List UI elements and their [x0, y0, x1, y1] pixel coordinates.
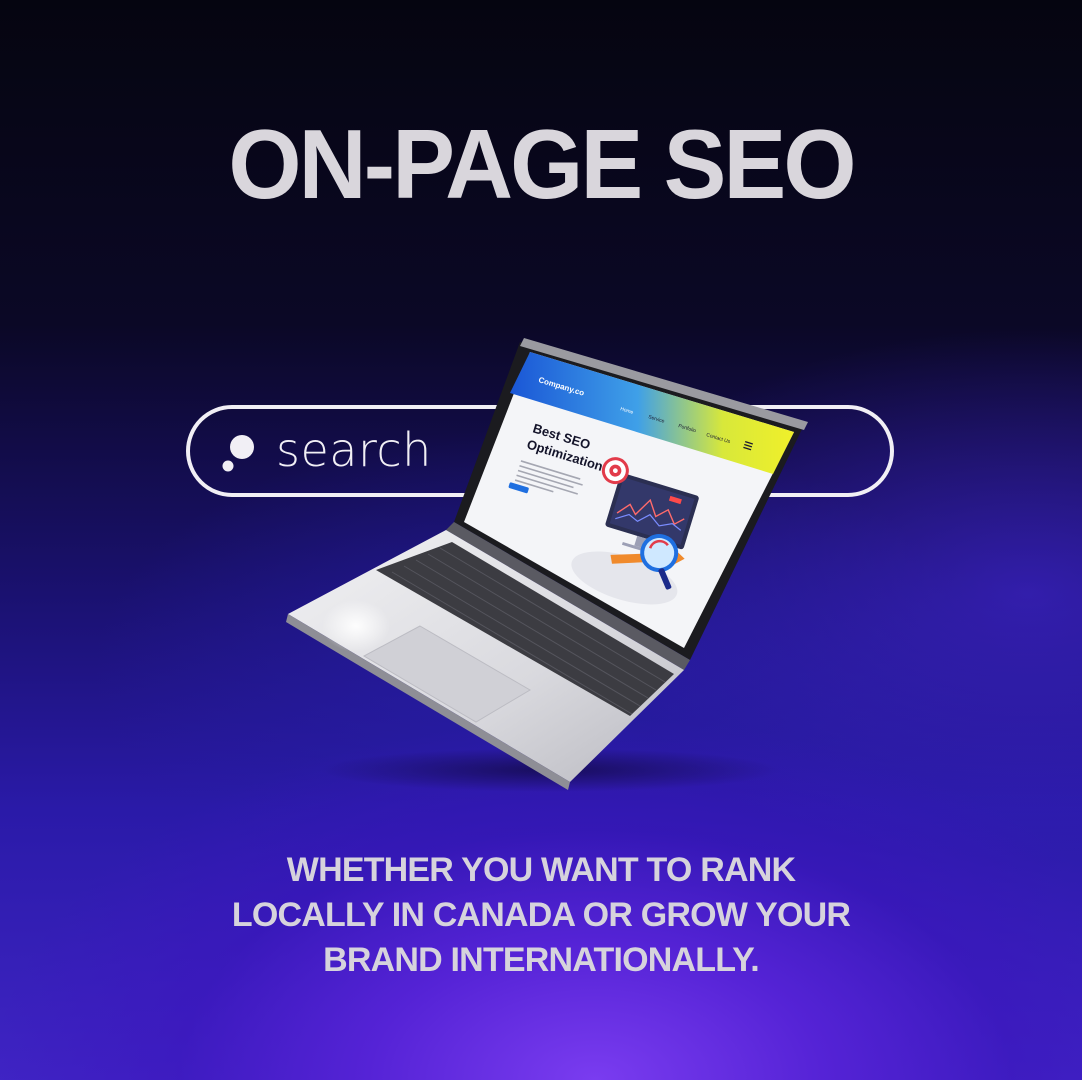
- search-dots-icon: [222, 435, 254, 472]
- tagline-line-1: WHETHER YOU WANT TO RANK: [286, 851, 796, 889]
- laptop-illustration: Company.co Home Service Portfolio Contac…: [286, 338, 808, 792]
- page-title: ON-PAGE SEO: [228, 109, 856, 219]
- tagline: WHETHER YOU WANT TO RANK LOCALLY IN CANA…: [191, 848, 891, 983]
- tagline-line-2: LOCALLY IN CANADA OR GROW YOUR: [231, 896, 851, 934]
- tagline-line-3: BRAND INTERNATIONALLY.: [323, 941, 760, 979]
